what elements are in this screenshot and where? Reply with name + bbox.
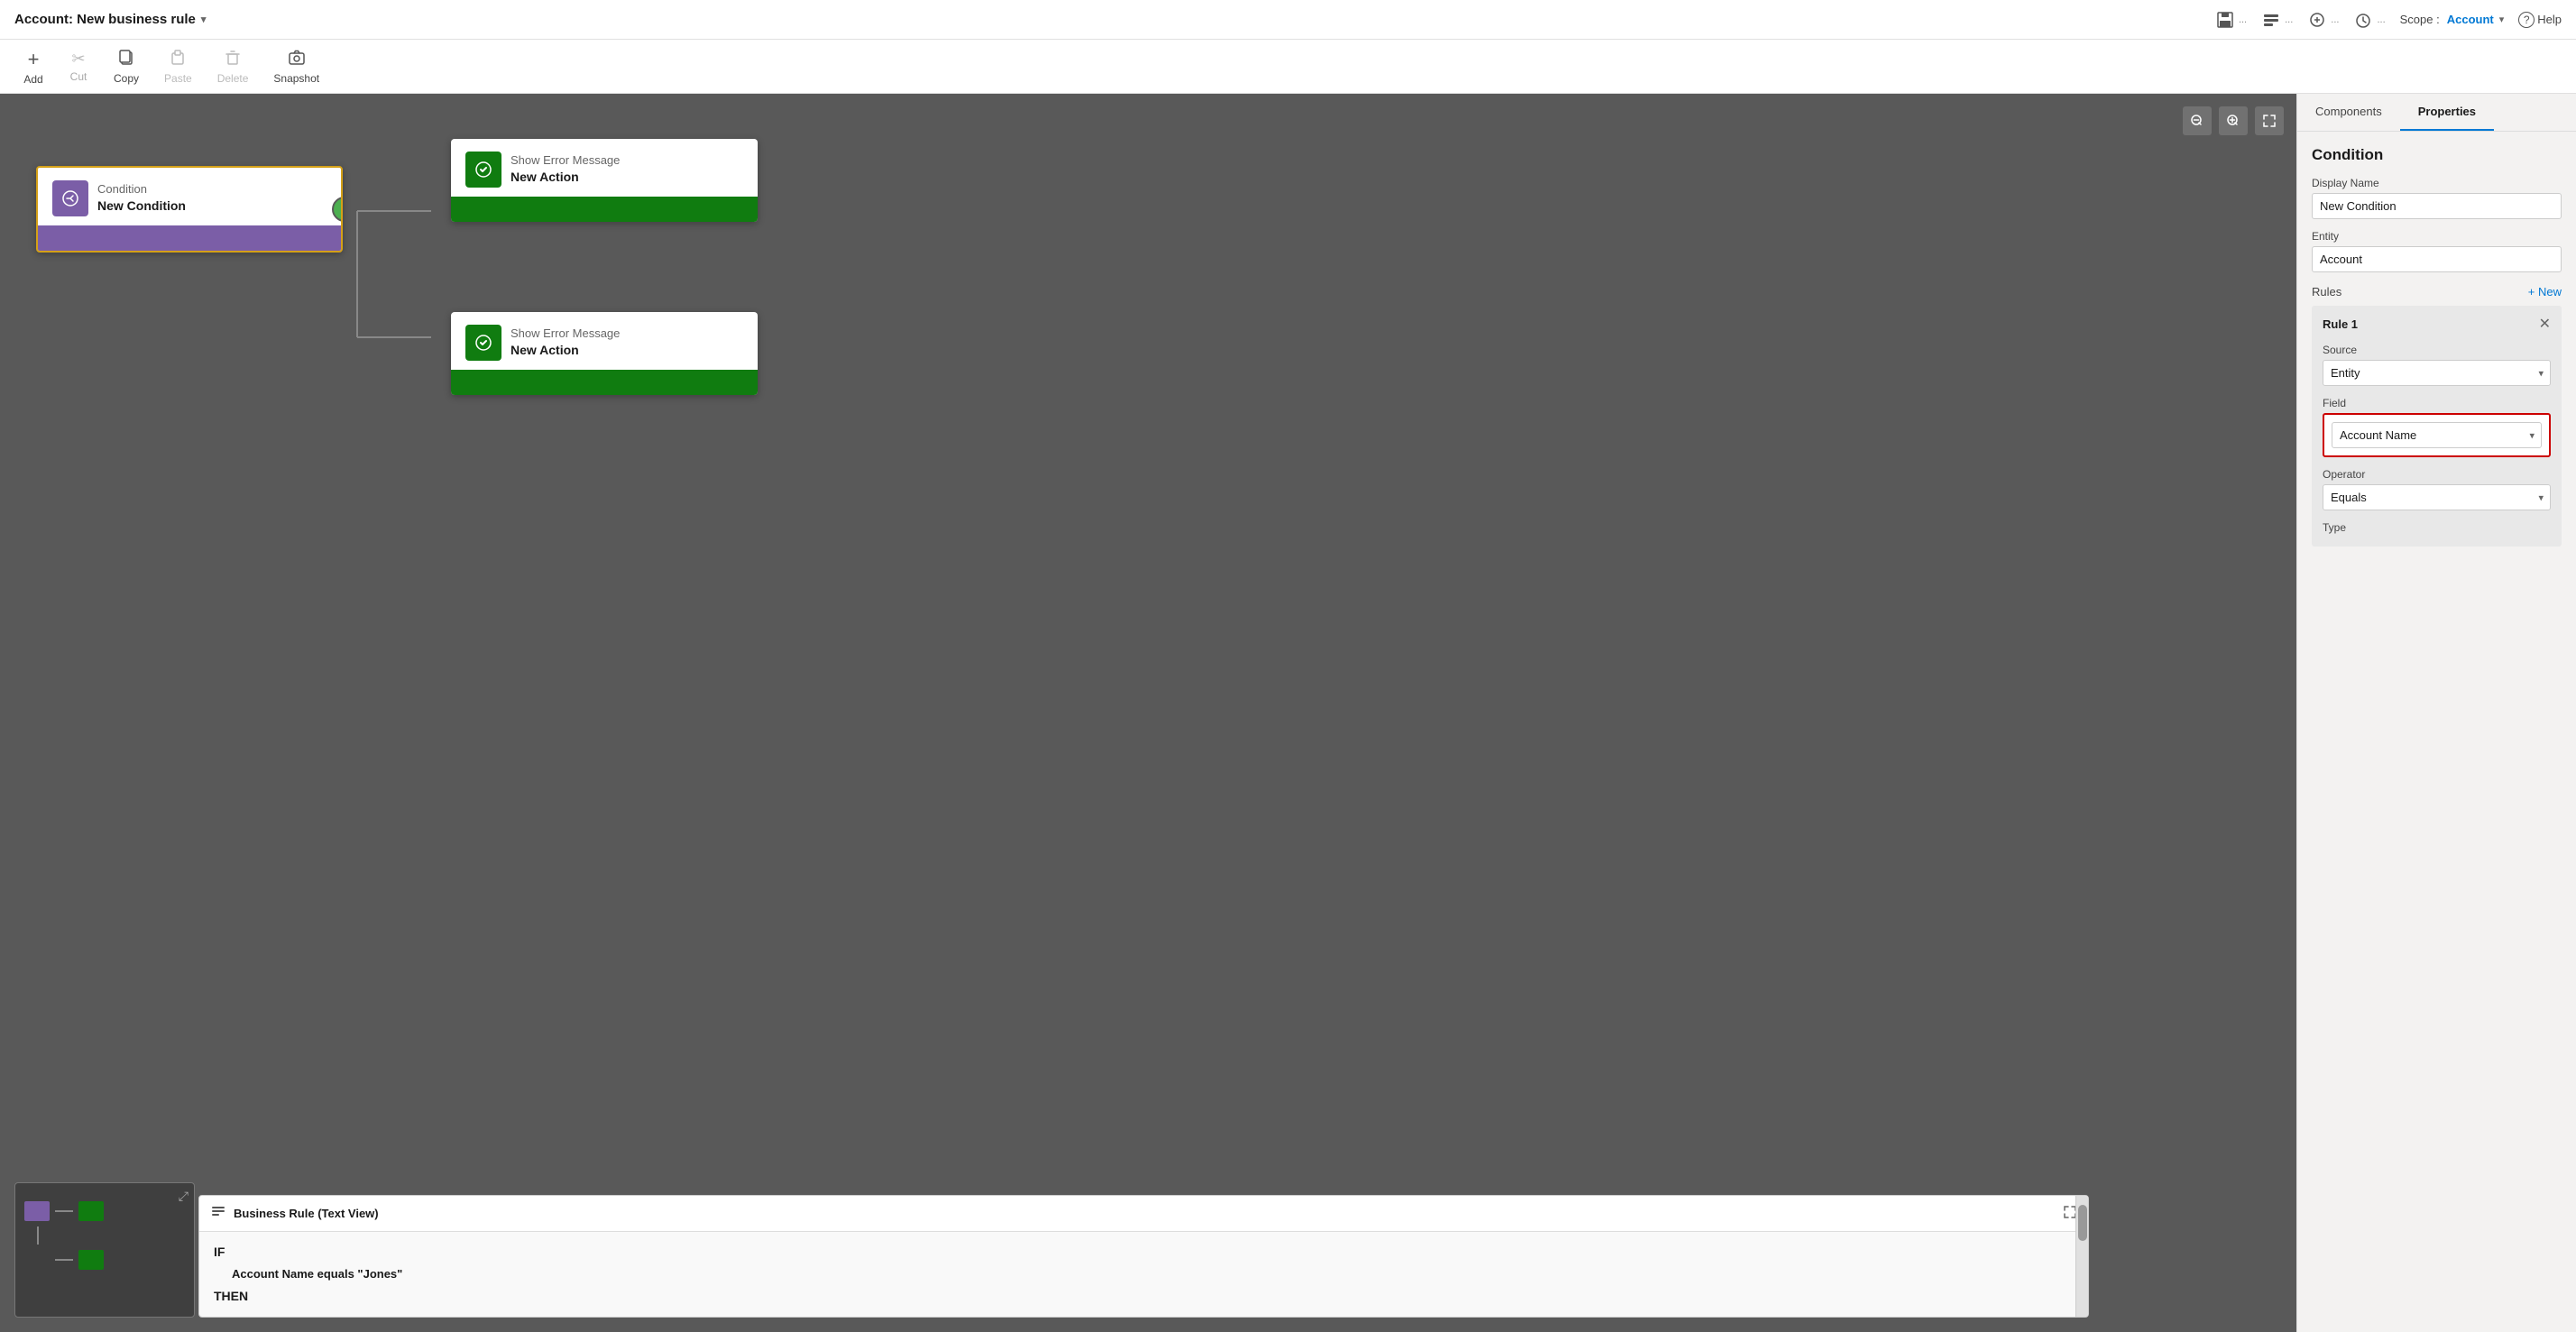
operator-select[interactable]: Equals (2323, 484, 2551, 510)
timer-icon[interactable]: ... (2353, 10, 2385, 30)
panel-section-title: Condition (2312, 146, 2562, 164)
canvas-area[interactable]: Condition New Condition ✓ ✕ (0, 94, 2296, 1332)
copy-button[interactable]: Copy (101, 42, 152, 90)
properties-icon[interactable]: ... (2307, 10, 2339, 30)
action-false-icon (465, 325, 501, 361)
action-true-label: Show Error Message (511, 152, 620, 169)
text-view-scrollbar[interactable] (2075, 1196, 2088, 1317)
action-true-footer (451, 197, 758, 222)
rules-new-button[interactable]: + New (2528, 285, 2562, 299)
action-true-icon (465, 152, 501, 188)
snapshot-icon (288, 48, 306, 70)
field-label: Field (2323, 397, 2551, 409)
action-false-footer (451, 370, 758, 395)
paste-icon (169, 48, 187, 70)
delete-button[interactable]: Delete (205, 42, 262, 90)
fit-screen-button[interactable] (2255, 106, 2284, 135)
scope-section[interactable]: Scope : Account ▾ (2400, 13, 2505, 26)
source-select-wrapper: Entity ▾ (2323, 360, 2551, 386)
type-label: Type (2323, 521, 2551, 534)
right-panel: Components Properties Condition Display … (2296, 94, 2576, 1332)
action-false-title: New Action (511, 342, 620, 360)
paste-button[interactable]: Paste (152, 42, 205, 90)
add-button[interactable]: + Add (11, 42, 56, 91)
entity-input[interactable] (2312, 246, 2562, 272)
save-icon[interactable]: ... (2215, 10, 2247, 30)
delete-icon (224, 48, 242, 70)
scope-chevron-icon[interactable]: ▾ (2499, 14, 2505, 25)
rule-close-button[interactable]: ✕ (2539, 315, 2551, 333)
copy-icon (117, 48, 135, 70)
add-icon: + (28, 48, 40, 71)
canvas-controls (2183, 106, 2284, 135)
scope-value: Account (2447, 13, 2494, 26)
minimap-condition-node (24, 1201, 50, 1221)
title-bar: Account: New business rule ▾ ... ... ...… (0, 0, 2576, 40)
display-name-input[interactable] (2312, 193, 2562, 219)
display-name-label: Display Name (2312, 177, 2562, 189)
condition-node-label: Condition (97, 181, 186, 198)
rules-label: Rules (2312, 285, 2341, 299)
text-view-panel: Business Rule (Text View) IF Account Nam… (198, 1195, 2089, 1318)
title-actions: ... ... ... ... Scope : Account ▾ ? Help (2215, 10, 2562, 30)
source-select[interactable]: Entity (2323, 360, 2551, 386)
text-view-icon (210, 1203, 226, 1224)
snapshot-button[interactable]: Snapshot (261, 42, 332, 90)
condition-text: Account Name equals "Jones" (232, 1267, 402, 1281)
condition-footer (38, 225, 341, 251)
connector-lines (341, 139, 449, 391)
toolbar: + Add ✂ Cut Copy Paste Delete Snapshot (0, 40, 2576, 94)
zoom-out-button[interactable] (2183, 106, 2212, 135)
action-node-true[interactable]: Show Error Message New Action (451, 139, 758, 222)
page-title: Account: New business rule (14, 12, 196, 27)
rule-card-1: Rule 1 ✕ Source Entity ▾ Field Account N… (2312, 306, 2562, 547)
cut-icon: ✂ (71, 50, 85, 69)
operator-label: Operator (2323, 468, 2551, 481)
title-chevron-icon[interactable]: ▾ (201, 14, 207, 25)
tab-properties[interactable]: Properties (2400, 94, 2494, 131)
tab-components[interactable]: Components (2297, 94, 2400, 131)
minimap: ⤢ (14, 1182, 195, 1318)
entity-label: Entity (2312, 230, 2562, 243)
field-select[interactable]: Account Name (2332, 422, 2542, 448)
condition-node[interactable]: Condition New Condition ✓ ✕ (36, 166, 343, 253)
then-keyword: THEN (214, 1289, 248, 1303)
main-layout: Condition New Condition ✓ ✕ (0, 94, 2576, 1332)
operator-select-wrapper: Equals ▾ (2323, 484, 2551, 510)
minimap-action-false-node (78, 1250, 104, 1270)
rules-header: Rules + New (2312, 285, 2562, 299)
action-node-false[interactable]: Show Error Message New Action (451, 312, 758, 395)
minimap-expand-icon[interactable]: ⤢ (179, 1189, 189, 1204)
condition-icon (52, 180, 88, 216)
panel-body: Condition Display Name Entity Rules + Ne… (2297, 132, 2576, 568)
minimap-action-true-node (78, 1201, 104, 1221)
panel-tabs: Components Properties (2297, 94, 2576, 132)
title-section: Account: New business rule ▾ (14, 12, 206, 27)
action-false-label: Show Error Message (511, 326, 620, 342)
cut-button[interactable]: ✂ Cut (56, 44, 101, 88)
zoom-in-button[interactable] (2219, 106, 2248, 135)
field-select-highlighted: Account Name ▾ (2323, 413, 2551, 457)
action-true-title: New Action (511, 169, 620, 187)
help-button[interactable]: ? Help (2518, 12, 2562, 28)
source-label: Source (2323, 344, 2551, 356)
help-label: Help (2537, 13, 2562, 26)
rule-card-title: Rule 1 (2323, 317, 2358, 331)
condition-node-title: New Condition (97, 198, 186, 216)
text-view-title: Business Rule (Text View) (234, 1207, 379, 1220)
detail-icon[interactable]: ... (2261, 10, 2293, 30)
scope-label: Scope : (2400, 13, 2440, 26)
if-keyword: IF (214, 1245, 225, 1259)
